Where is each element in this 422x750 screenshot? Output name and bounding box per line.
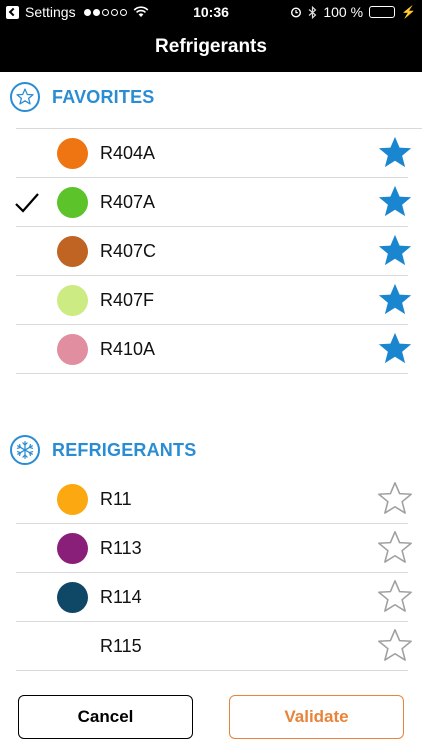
validate-button[interactable]: Validate — [229, 695, 404, 739]
refrigerants-section-header: REFRIGERANTS — [0, 426, 422, 474]
color-swatch — [57, 484, 88, 515]
favorites-section-header: FAVORITES — [0, 73, 422, 121]
refrigerant-name: R407C — [100, 241, 157, 261]
refrigerant-name: R113 — [100, 538, 142, 558]
bluetooth-icon — [308, 5, 317, 19]
color-swatch — [57, 138, 88, 169]
battery-icon — [369, 6, 396, 18]
color-swatch — [57, 582, 88, 613]
star-filled-icon[interactable] — [376, 134, 414, 172]
snowflake-icon — [10, 435, 40, 465]
star-filled-icon[interactable] — [376, 232, 414, 270]
star-filled-icon[interactable] — [376, 330, 414, 368]
status-right: 100 % ⚡ — [290, 4, 416, 20]
charging-icon: ⚡ — [401, 5, 416, 19]
list-item[interactable]: R114 — [0, 573, 422, 622]
status-bar: Settings 10:36 100 % ⚡ — [0, 0, 422, 24]
color-swatch — [57, 187, 88, 218]
list-item[interactable]: R407F — [0, 276, 422, 325]
list-item[interactable]: R407A — [0, 178, 422, 227]
action-bar: Cancel Validate — [0, 682, 422, 750]
refrigerant-name: R410A — [100, 339, 156, 359]
battery-percent: 100 % — [323, 4, 364, 20]
refrigerants-title: REFRIGERANTS — [52, 439, 197, 460]
refrigerant-name: R114 — [100, 587, 142, 607]
star-outline-icon[interactable] — [376, 480, 414, 518]
list-item[interactable]: R407C — [0, 227, 422, 276]
refrigerant-name: R407F — [100, 290, 155, 310]
refrigerant-name: R11 — [100, 489, 132, 509]
color-swatch — [57, 533, 88, 564]
alarm-icon — [291, 7, 302, 18]
top-bar: Settings 10:36 100 % ⚡ Refrigerants — [0, 0, 422, 72]
color-swatch — [57, 236, 88, 267]
star-outline-icon[interactable] — [376, 529, 414, 567]
refrigerant-name: R404A — [100, 143, 156, 163]
star-outline-icon[interactable] — [376, 578, 414, 616]
color-swatch — [57, 285, 88, 316]
star-filled-icon[interactable] — [376, 183, 414, 221]
color-swatch — [57, 334, 88, 365]
checkmark-icon — [15, 193, 39, 213]
favorites-title: FAVORITES — [52, 86, 155, 107]
list-item[interactable]: R410A — [0, 325, 422, 374]
list-item[interactable]: R11 — [0, 475, 422, 524]
star-outline-icon — [10, 82, 40, 112]
refrigerant-name: R407A — [100, 192, 156, 212]
cancel-button[interactable]: Cancel — [18, 695, 193, 739]
list-item[interactable]: R115 — [0, 622, 422, 671]
star-filled-icon[interactable] — [376, 281, 414, 319]
page-title: Refrigerants — [155, 36, 267, 57]
refrigerant-name: R115 — [100, 636, 142, 656]
star-outline-icon[interactable] — [376, 627, 414, 665]
list-item[interactable]: R113 — [0, 524, 422, 573]
list-item[interactable]: R404A — [0, 129, 422, 178]
